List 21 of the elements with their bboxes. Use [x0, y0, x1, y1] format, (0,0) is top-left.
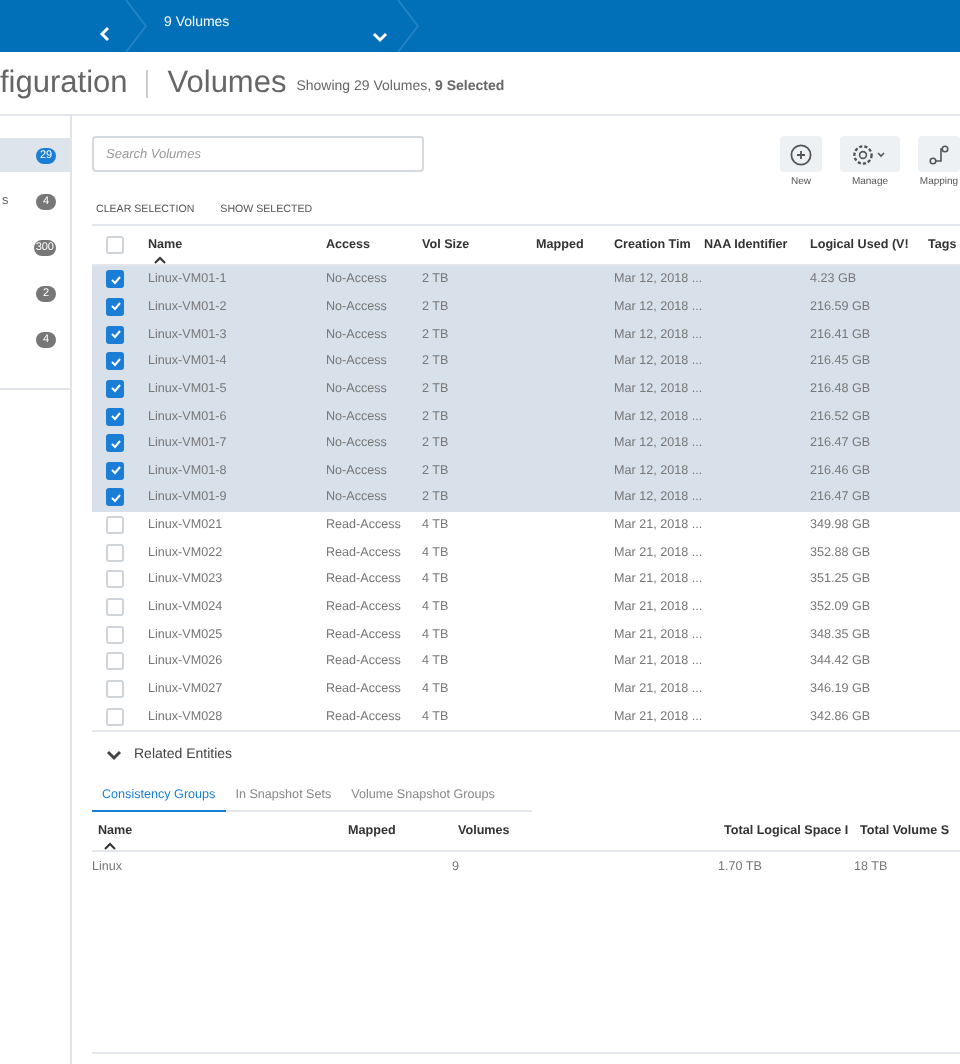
checkbox[interactable] [106, 352, 124, 371]
settings-icon [852, 143, 888, 165]
checkbox[interactable] [106, 325, 124, 344]
checkbox[interactable] [106, 488, 124, 507]
chevron-down-icon [372, 30, 388, 46]
chevron-icon [106, 747, 122, 764]
checkbox[interactable] [106, 407, 124, 426]
plus-circle-icon [790, 143, 812, 165]
checkbox[interactable] [106, 461, 124, 480]
checkbox[interactable] [106, 379, 124, 398]
link-nodes-icon [928, 143, 950, 165]
checkbox[interactable] [106, 297, 124, 316]
sort-caret-icon [104, 841, 116, 850]
back-icon [98, 26, 114, 42]
page-title: figuration [0, 65, 128, 101]
breadcrumb-separator [125, 0, 147, 52]
breadcrumb-separator [397, 0, 419, 52]
checkbox[interactable] [106, 434, 124, 453]
sort-caret-icon [154, 256, 166, 264]
checkbox[interactable] [106, 270, 124, 289]
section-title: Volumes [167, 65, 287, 101]
